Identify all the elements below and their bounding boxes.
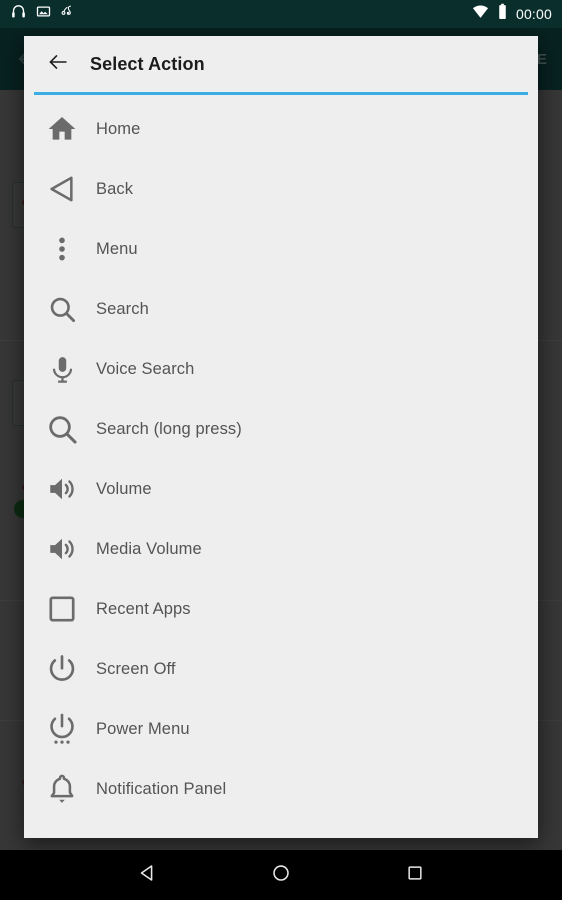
action-item-home[interactable]: Home bbox=[24, 99, 538, 159]
nav-back-button[interactable] bbox=[123, 851, 171, 899]
action-item-volume[interactable]: Volume bbox=[24, 459, 538, 519]
overflow-menu-icon bbox=[34, 233, 90, 265]
action-item-recent-apps[interactable]: Recent Apps bbox=[24, 579, 538, 639]
status-bar-clock: 00:00 bbox=[515, 6, 552, 22]
triangle-left-icon bbox=[136, 862, 158, 889]
power-icon bbox=[34, 653, 90, 685]
square-icon bbox=[405, 863, 425, 888]
action-item-notification-panel[interactable]: Notification Panel bbox=[24, 759, 538, 819]
battery-icon bbox=[497, 3, 508, 25]
action-label: Power Menu bbox=[96, 719, 190, 738]
action-label: Back bbox=[96, 179, 134, 198]
action-item-menu[interactable]: Menu bbox=[24, 219, 538, 279]
volume-icon bbox=[34, 473, 90, 505]
action-item-media-volume[interactable]: Media Volume bbox=[24, 519, 538, 579]
media-volume-icon bbox=[34, 533, 90, 565]
action-item-power-menu[interactable]: Power Menu bbox=[24, 699, 538, 759]
device-screen: AVE Select Action bbox=[0, 0, 562, 900]
recent-apps-square-icon bbox=[34, 593, 90, 625]
action-label: Voice Search bbox=[96, 359, 195, 378]
action-list: Home Back Menu Search Voice Search Searc… bbox=[24, 95, 538, 838]
action-item-search[interactable]: Search bbox=[24, 279, 538, 339]
gesture-pen-icon bbox=[60, 4, 75, 24]
wifi-icon bbox=[472, 3, 489, 25]
page-title: Select Action bbox=[90, 53, 205, 74]
microphone-icon bbox=[34, 354, 90, 385]
nav-home-button[interactable] bbox=[257, 851, 305, 899]
search-icon bbox=[34, 294, 90, 325]
action-label: Notification Panel bbox=[96, 779, 227, 798]
search-large-icon bbox=[34, 412, 90, 447]
status-bar[interactable]: 00:00 bbox=[0, 0, 562, 28]
back-triangle-icon bbox=[34, 173, 90, 205]
status-bar-left-icons bbox=[10, 3, 75, 25]
action-label: Search bbox=[96, 299, 149, 318]
action-label: Home bbox=[96, 119, 141, 138]
action-label: Menu bbox=[96, 239, 138, 258]
select-action-dialog: Select Action Home Back Menu Search Voic… bbox=[24, 36, 538, 838]
bell-icon bbox=[34, 773, 90, 806]
power-menu-icon bbox=[34, 712, 90, 746]
action-item-search-long-press[interactable]: Search (long press) bbox=[24, 399, 538, 459]
circle-icon bbox=[270, 862, 292, 889]
action-label: Search (long press) bbox=[96, 419, 242, 438]
screenshot-image-icon bbox=[36, 4, 51, 24]
action-label: Screen Off bbox=[96, 659, 176, 678]
action-label: Volume bbox=[96, 479, 152, 498]
action-label: Recent Apps bbox=[96, 599, 191, 618]
dialog-header: Select Action bbox=[24, 36, 538, 92]
system-navigation-bar bbox=[0, 850, 562, 900]
action-item-back[interactable]: Back bbox=[24, 159, 538, 219]
home-icon bbox=[34, 113, 90, 145]
action-label: Media Volume bbox=[96, 539, 202, 558]
action-item-voice-search[interactable]: Voice Search bbox=[24, 339, 538, 399]
arrow-left-icon bbox=[46, 50, 70, 79]
dialog-back-button[interactable] bbox=[38, 44, 78, 84]
headphones-icon bbox=[10, 3, 27, 25]
nav-recents-button[interactable] bbox=[391, 851, 439, 899]
status-bar-right-icons: 00:00 bbox=[472, 3, 552, 25]
action-item-screen-off[interactable]: Screen Off bbox=[24, 639, 538, 699]
